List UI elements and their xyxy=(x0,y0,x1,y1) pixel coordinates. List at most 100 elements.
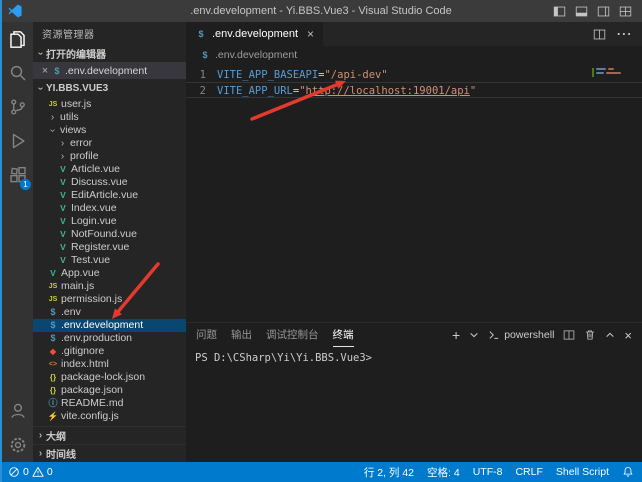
tree-item[interactable]: ›utils xyxy=(33,111,186,124)
file-label: README.md xyxy=(61,397,123,410)
activity-search[interactable] xyxy=(0,56,33,90)
file-tree: JSuser.js›utils›views›error›profileVArti… xyxy=(33,98,186,426)
tree-item[interactable]: ›profile xyxy=(33,150,186,163)
terminal[interactable]: PS D:\CSharp\Yi\Yi.BBS.Vue3> xyxy=(186,347,642,462)
encoding-status[interactable]: UTF-8 xyxy=(473,466,503,478)
tree-item[interactable]: JSmain.js xyxy=(33,280,186,293)
outline-label: 大纲 xyxy=(46,428,66,443)
toggle-sidebar-icon[interactable] xyxy=(553,5,566,18)
activity-run-debug[interactable] xyxy=(0,124,33,158)
problems-status[interactable]: 0 0 xyxy=(8,466,53,478)
env-file-icon: $ xyxy=(199,50,211,60)
open-editors-label: 打开的编辑器 xyxy=(46,46,106,61)
json-file-icon: {} xyxy=(47,371,59,384)
tree-item[interactable]: VDiscuss.vue xyxy=(33,176,186,189)
panel-tabs: 问题输出调试控制台终端 xyxy=(196,324,354,347)
activity-settings[interactable] xyxy=(0,428,33,462)
extensions-badge: 1 xyxy=(20,179,31,190)
panel-tab-3[interactable]: 终端 xyxy=(333,324,354,347)
tree-item[interactable]: VNotFound.vue xyxy=(33,228,186,241)
close-panel-icon[interactable]: × xyxy=(624,328,632,343)
open-editors-header[interactable]: › 打开的编辑器 xyxy=(33,44,186,62)
toggle-panel-icon[interactable] xyxy=(575,5,588,18)
code-line[interactable]: 2VITE_APP_URL="http://localhost:19001/ap… xyxy=(186,82,642,98)
toggle-secondary-sidebar-icon[interactable] xyxy=(597,5,610,18)
tree-item[interactable]: $.env.production xyxy=(33,332,186,345)
maximize-panel-chevron-up-icon[interactable] xyxy=(605,330,615,340)
vue-file-icon: V xyxy=(57,254,69,267)
split-editor-icon[interactable] xyxy=(593,28,606,41)
vue-file-icon: V xyxy=(57,176,69,189)
vue-file-icon: V xyxy=(47,267,59,280)
code-token-link[interactable]: http://localhost:19001/api xyxy=(306,85,470,97)
open-editor-item[interactable]: × $ .env.development xyxy=(33,62,186,79)
env-file-icon: $ xyxy=(47,306,59,319)
notifications-bell-icon[interactable] xyxy=(622,466,634,478)
tree-item[interactable]: VArticle.vue xyxy=(33,163,186,176)
kill-terminal-trash-icon[interactable] xyxy=(584,329,596,341)
outline-section-header[interactable]: › 大纲 xyxy=(33,426,186,444)
env-file-icon: $ xyxy=(195,29,207,39)
tree-item[interactable]: <>index.html xyxy=(33,358,186,371)
breadcrumb[interactable]: $ .env.development xyxy=(186,46,642,64)
new-terminal-icon[interactable]: + xyxy=(452,328,460,342)
chevron-right-icon: › xyxy=(57,150,68,163)
timeline-section-header[interactable]: › 时间线 xyxy=(33,444,186,462)
panel-tab-1[interactable]: 输出 xyxy=(231,324,252,347)
panel-tab-0[interactable]: 问题 xyxy=(196,324,217,347)
tree-item[interactable]: {}package.json xyxy=(33,384,186,397)
tree-item[interactable]: VApp.vue xyxy=(33,267,186,280)
terminal-dropdown-chevron-icon[interactable] xyxy=(469,330,479,340)
panel-tab-2[interactable]: 调试控制台 xyxy=(266,324,319,347)
activitybar-spacer xyxy=(0,192,33,394)
activity-accounts[interactable] xyxy=(0,394,33,428)
code-text: VITE_APP_URL="http://localhost:19001/api… xyxy=(208,83,476,97)
error-circle-slash-icon xyxy=(8,466,20,478)
run-debug-icon xyxy=(9,132,27,150)
file-label: Discuss.vue xyxy=(71,176,128,189)
tab-close-icon[interactable]: × xyxy=(307,27,314,41)
breadcrumb-file: .env.development xyxy=(215,49,297,61)
html-file-icon: <> xyxy=(47,358,59,371)
minimap-git-added-marker xyxy=(592,68,594,77)
file-label: index.html xyxy=(61,358,109,371)
md-file-icon: ⓘ xyxy=(47,397,59,410)
tree-item[interactable]: ⓘREADME.md xyxy=(33,397,186,410)
indentation-status[interactable]: 空格: 4 xyxy=(427,465,460,480)
code-token-string: " xyxy=(470,85,476,97)
terminal-instance-powershell[interactable]: powershell xyxy=(488,329,554,341)
project-root-header[interactable]: › YI.BBS.VUE3 xyxy=(33,79,186,98)
tree-item[interactable]: VLogin.vue xyxy=(33,215,186,228)
tree-item[interactable]: $.env.development xyxy=(33,319,186,332)
language-mode-status[interactable]: Shell Script xyxy=(556,466,609,478)
activity-extensions[interactable]: 1 xyxy=(0,158,33,192)
tree-item[interactable]: JSuser.js xyxy=(33,98,186,111)
split-terminal-icon[interactable] xyxy=(563,329,575,341)
activity-source-control[interactable] xyxy=(0,90,33,124)
code-editor[interactable]: 1VITE_APP_BASEAPI="/api-dev"2VITE_APP_UR… xyxy=(186,64,642,322)
editor-tab-env-development[interactable]: $ .env.development × xyxy=(186,22,323,46)
tree-item[interactable]: VIndex.vue xyxy=(33,202,186,215)
close-editor-icon[interactable]: × xyxy=(39,65,51,77)
tree-item[interactable]: ⚡vite.config.js xyxy=(33,410,186,423)
activity-bar: 1 xyxy=(0,22,33,462)
eol-status[interactable]: CRLF xyxy=(515,466,542,478)
tree-item[interactable]: ◆.gitignore xyxy=(33,345,186,358)
tree-item[interactable]: VRegister.vue xyxy=(33,241,186,254)
tree-item[interactable]: ›views xyxy=(33,124,186,137)
chevron-right-icon: › xyxy=(35,430,46,441)
code-line[interactable]: 1VITE_APP_BASEAPI="/api-dev" xyxy=(186,66,642,82)
more-actions-icon[interactable]: ⋯ xyxy=(616,24,632,44)
tree-item[interactable]: {}package-lock.json xyxy=(33,371,186,384)
customize-layout-icon[interactable] xyxy=(619,5,632,18)
cursor-position-status[interactable]: 行 2, 列 42 xyxy=(364,465,414,480)
activity-explorer[interactable] xyxy=(0,22,33,56)
tree-item[interactable]: VEditArticle.vue xyxy=(33,189,186,202)
tree-item[interactable]: VTest.vue xyxy=(33,254,186,267)
git-file-icon: ◆ xyxy=(47,345,59,358)
tree-item[interactable]: ›error xyxy=(33,137,186,150)
code-token-string: "/api-dev" xyxy=(324,69,387,81)
tree-item[interactable]: JSpermission.js xyxy=(33,293,186,306)
tree-item[interactable]: $.env xyxy=(33,306,186,319)
minimap[interactable] xyxy=(594,66,630,126)
